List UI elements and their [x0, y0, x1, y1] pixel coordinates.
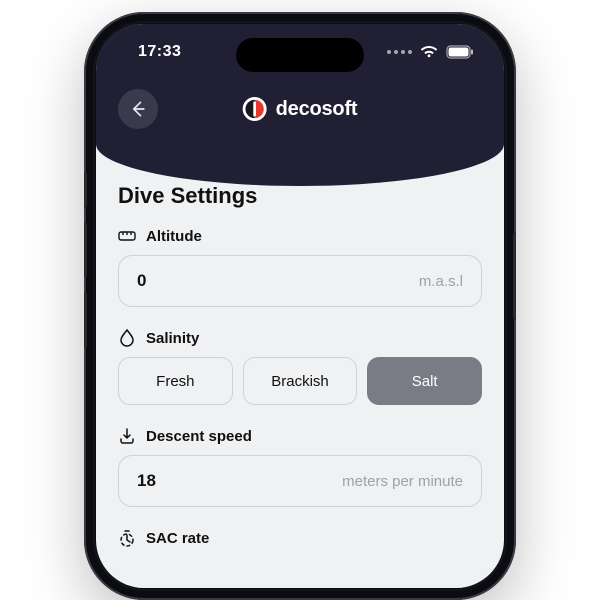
download-icon — [118, 427, 136, 445]
descent-input[interactable]: 18 meters per minute — [118, 455, 482, 507]
screen: 17:33 decosoft — [96, 24, 504, 588]
page-title: Dive Settings — [118, 183, 482, 209]
phone-side-button — [84, 292, 87, 348]
droplet-icon — [118, 329, 136, 347]
brand: decosoft — [243, 97, 358, 121]
salinity-option-brackish[interactable]: Brackish — [243, 357, 358, 405]
sac-label-text: SAC rate — [146, 530, 209, 547]
descent-value: 18 — [137, 471, 156, 491]
ruler-icon — [118, 227, 136, 245]
salinity-label-text: Salinity — [146, 330, 199, 347]
altitude-value: 0 — [137, 271, 146, 291]
phone-side-button — [513, 232, 516, 320]
sac-label: SAC rate — [118, 529, 482, 547]
descent-label-text: Descent speed — [146, 428, 252, 445]
app-header: decosoft — [96, 86, 504, 132]
arrow-left-icon — [128, 99, 148, 119]
altitude-input[interactable]: 0 m.a.s.l — [118, 255, 482, 307]
salinity-option-fresh[interactable]: Fresh — [118, 357, 233, 405]
altitude-label: Altitude — [118, 227, 482, 245]
phone-frame: 17:33 decosoft — [84, 12, 516, 600]
salinity-option-salt[interactable]: Salt — [367, 357, 482, 405]
descent-unit: meters per minute — [342, 473, 463, 490]
cellular-dots-icon — [387, 50, 412, 54]
salinity-segmented: Fresh Brackish Salt — [118, 357, 482, 405]
content: Dive Settings Altitude 0 m.a.s.l Salinit… — [96, 179, 504, 588]
altitude-unit: m.a.s.l — [419, 273, 463, 290]
battery-icon — [446, 45, 474, 59]
phone-side-button — [84, 172, 87, 208]
salinity-label: Salinity — [118, 329, 482, 347]
descent-label: Descent speed — [118, 427, 482, 445]
wifi-icon — [420, 45, 438, 59]
phone-side-button — [84, 222, 87, 278]
brand-logo-icon — [243, 97, 267, 121]
altitude-label-text: Altitude — [146, 228, 202, 245]
status-time: 17:33 — [138, 43, 181, 61]
dynamic-island — [236, 38, 364, 72]
back-button[interactable] — [118, 89, 158, 129]
stopwatch-icon — [118, 529, 136, 547]
brand-name: decosoft — [276, 98, 358, 121]
